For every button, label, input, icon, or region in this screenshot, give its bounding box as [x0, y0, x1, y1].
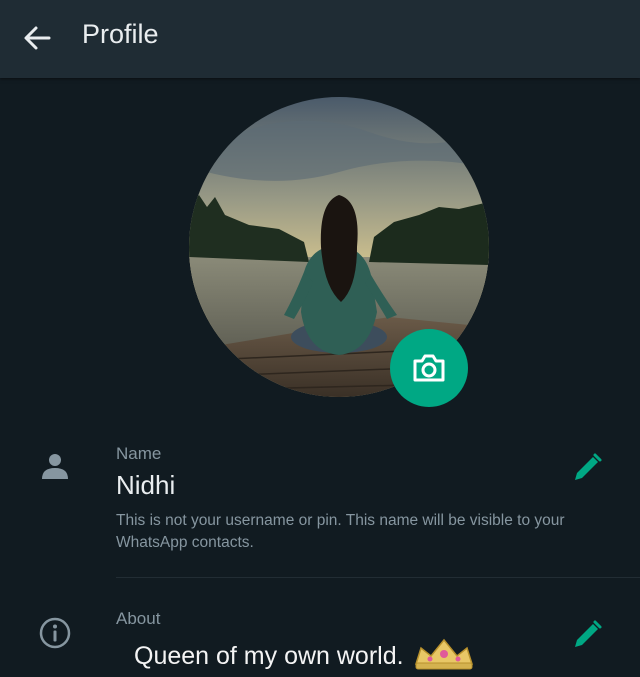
- camera-icon: [413, 354, 445, 382]
- back-button[interactable]: [18, 18, 58, 58]
- arrow-left-icon: [24, 26, 51, 50]
- crown-icon: [414, 638, 473, 670]
- page-title: Profile: [82, 19, 159, 49]
- about-text: Queen of my own world.: [134, 642, 404, 670]
- about-value[interactable]: Queen of my own world.: [134, 636, 475, 672]
- person-icon: [42, 454, 68, 479]
- edit-name-button[interactable]: [570, 451, 604, 485]
- divider: [116, 577, 640, 578]
- name-hint: This is not your username or pin. This n…: [116, 512, 565, 551]
- info-icon: [39, 617, 71, 649]
- app-bar: Profile: [0, 0, 640, 78]
- name-label: Name: [116, 444, 162, 463]
- pencil-icon: [575, 453, 602, 480]
- change-photo-button[interactable]: [390, 329, 468, 407]
- edit-about-button[interactable]: [570, 618, 604, 652]
- pencil-icon: [575, 620, 602, 647]
- name-value[interactable]: Nidhi: [116, 470, 175, 501]
- about-label: About: [116, 609, 161, 628]
